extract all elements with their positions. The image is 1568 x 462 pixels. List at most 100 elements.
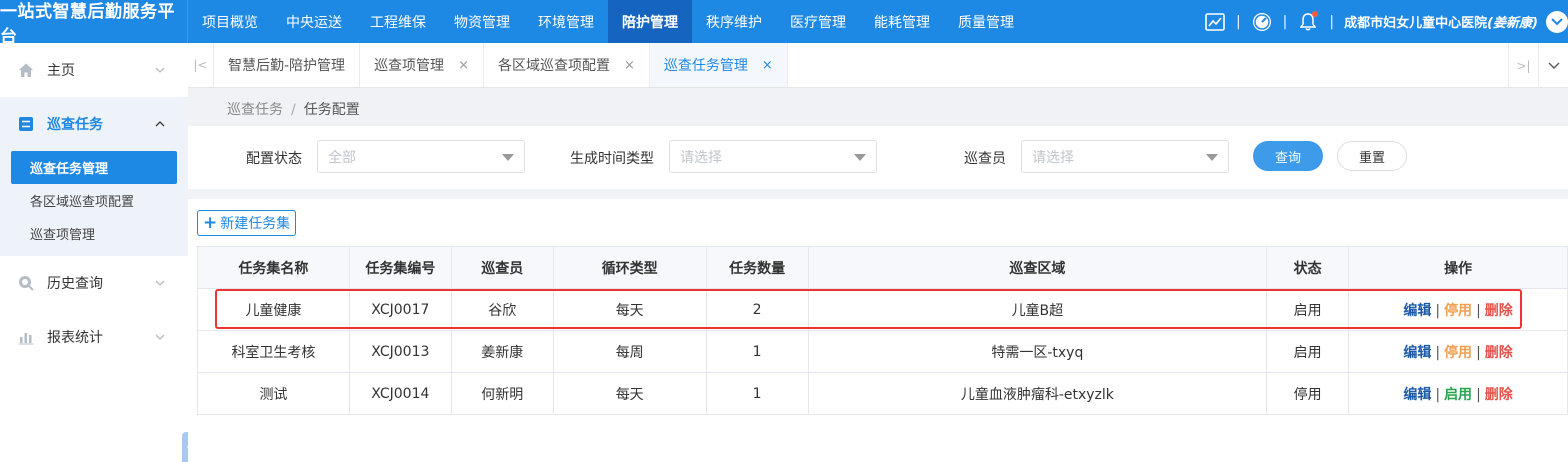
column-header: 任务集名称 (197, 246, 350, 289)
table-row[interactable]: 测试 XCJ0014 何新明 每天 1 儿童血液肿瘤科-etxyzlk 停用 编… (197, 372, 1568, 415)
cell-area: 特需一区-txyq (807, 330, 1268, 373)
cell-actions: 编辑 | 停用 | 删除 (1348, 330, 1568, 373)
nav-item-central-transport[interactable]: 中央运送 (272, 0, 356, 43)
sidebar-item-task-management[interactable]: 巡查任务管理 (11, 151, 177, 184)
cell-code: XCJ0017 (348, 288, 452, 331)
inspector-placeholder: 请选择 (1032, 149, 1074, 166)
cell-actions: 编辑 | 启用 | 删除 (1348, 372, 1568, 415)
cell-count: 1 (705, 372, 809, 415)
cell-name: 科室卫生考核 (197, 330, 350, 373)
tab-item-management[interactable]: 巡查项管理 × (360, 43, 484, 87)
sidebar-item-home[interactable]: 主页 (0, 43, 188, 97)
chevron-down-icon (155, 334, 165, 340)
column-header: 巡查区域 (807, 246, 1268, 289)
nav-item-order[interactable]: 秩序维护 (692, 0, 776, 43)
sidebar-item-inspection[interactable]: 巡查任务 (0, 97, 188, 151)
cell-area: 儿童血液肿瘤科-etxyzlk (807, 372, 1268, 415)
header-separator: | (1329, 13, 1335, 30)
table-row[interactable]: 科室卫生考核 XCJ0013 姜新康 每周 1 特需一区-txyq 启用 编辑 |… (197, 330, 1568, 373)
new-task-set-button[interactable]: + 新建任务集 (197, 210, 297, 236)
cell-status: 启用 (1266, 288, 1350, 331)
breadcrumb-parent[interactable]: 巡查任务 (227, 102, 283, 118)
gen-time-type-label: 生成时间类型 (570, 150, 654, 167)
tab-label: 各区域巡查项配置 (497, 58, 610, 74)
config-status-select[interactable]: 全部 (317, 140, 525, 173)
search-history-icon (18, 275, 34, 291)
cell-cycle: 每周 (552, 330, 707, 373)
tab-area-config[interactable]: 各区域巡查项配置 × (484, 43, 650, 87)
app-title: 一站式智慧后勤服务平台 (0, 0, 188, 47)
nav-item-medical[interactable]: 医疗管理 (776, 0, 860, 43)
bell-icon[interactable] (1297, 10, 1319, 33)
chevron-up-icon (155, 121, 165, 127)
top-bar: 一站式智慧后勤服务平台 项目概览 中央运送 工程维保 物资管理 环境管理 陪护管… (0, 0, 1568, 47)
sidebar-item-reports[interactable]: 报表统计 (0, 310, 188, 364)
close-icon[interactable]: × (458, 58, 469, 73)
cell-inspector: 谷欣 (450, 288, 554, 331)
disable-link[interactable]: 停用 (1444, 345, 1472, 361)
column-header: 巡查员 (450, 246, 554, 289)
column-header: 状态 (1266, 246, 1350, 289)
disable-link[interactable]: 停用 (1444, 303, 1472, 319)
home-icon (18, 62, 34, 78)
breadcrumb-current: 任务配置 (303, 102, 360, 118)
header-right: | | | 成都市妇女儿童中心医院(姜新康) (1198, 0, 1568, 43)
action-separator: | (1476, 302, 1481, 319)
reset-button[interactable]: 重置 (1337, 141, 1407, 171)
nav-item-materials[interactable]: 物资管理 (440, 0, 524, 43)
chart-icon[interactable] (1204, 11, 1226, 33)
tabs-right-controls: >| (1508, 43, 1568, 88)
inspector-label: 巡查员 (964, 150, 1006, 167)
user-menu-icon[interactable] (1546, 10, 1568, 33)
nav-item-energy[interactable]: 能耗管理 (860, 0, 944, 43)
action-separator: | (1435, 302, 1441, 319)
sidebar-item-item-management[interactable]: 巡查项管理 (11, 217, 177, 250)
cell-inspector: 姜新康 (450, 330, 554, 373)
table-row[interactable]: 儿童健康 XCJ0017 谷欣 每天 2 儿童B超 启用 编辑 | 停用 | 删除 (197, 288, 1568, 331)
delete-link[interactable]: 删除 (1485, 387, 1513, 403)
delete-link[interactable]: 删除 (1485, 345, 1513, 361)
new-task-set-label: 新建任务集 (220, 216, 291, 232)
nav-item-escort[interactable]: 陪护管理 (608, 0, 692, 43)
bar-chart-icon (18, 329, 34, 345)
notification-dot (1312, 10, 1319, 17)
breadcrumb-separator: / (291, 102, 296, 118)
query-button[interactable]: 查询 (1253, 141, 1323, 171)
sidebar-item-label: 主页 (47, 63, 75, 79)
nav-item-quality[interactable]: 质量管理 (944, 0, 1028, 43)
dashboard-icon[interactable] (1251, 11, 1273, 33)
tab-escort-home[interactable]: 智慧后勤-陪护管理 (214, 43, 361, 87)
task-list-icon (18, 116, 34, 132)
tabs-scroll-left-icon[interactable]: |< (188, 43, 214, 87)
config-status-label: 配置状态 (246, 150, 302, 167)
edit-link[interactable]: 编辑 (1403, 303, 1431, 319)
sidebar-item-history[interactable]: 历史查询 (0, 256, 188, 310)
inspector-select[interactable]: 请选择 (1021, 140, 1229, 173)
plus-icon: + (203, 212, 218, 233)
column-header: 任务集编号 (348, 246, 452, 289)
edit-link[interactable]: 编辑 (1403, 387, 1431, 403)
tabs-scroll-right-icon[interactable]: >| (1508, 43, 1538, 88)
nav-item-engineering[interactable]: 工程维保 (356, 0, 440, 43)
tab-task-management[interactable]: 巡查任务管理 × (649, 43, 788, 87)
dropdown-caret-icon (854, 154, 866, 161)
sidebar-item-label: 报表统计 (47, 330, 103, 346)
gen-time-type-select[interactable]: 请选择 (669, 140, 877, 173)
delete-link[interactable]: 删除 (1485, 303, 1513, 319)
enable-link[interactable]: 启用 (1444, 387, 1472, 403)
edit-link[interactable]: 编辑 (1403, 345, 1431, 361)
column-header: 循环类型 (552, 246, 707, 289)
column-header: 任务数量 (705, 246, 809, 289)
action-separator: | (1435, 386, 1441, 403)
hospital-user-label[interactable]: 成都市妇女儿童中心医院(姜新康) (1344, 12, 1538, 31)
action-separator: | (1476, 344, 1481, 361)
nav-item-environment[interactable]: 环境管理 (524, 0, 608, 43)
chevron-down-icon (155, 67, 165, 73)
nav-item-overview[interactable]: 项目概览 (188, 0, 272, 43)
tabs-menu-chevron-icon[interactable] (1538, 43, 1568, 88)
close-icon[interactable]: × (624, 58, 635, 73)
sidebar-submenu: 巡查任务管理 各区域巡查项配置 巡查项管理 (0, 151, 188, 256)
close-icon[interactable]: × (762, 58, 773, 73)
dropdown-caret-icon (1206, 154, 1218, 161)
sidebar-item-area-config[interactable]: 各区域巡查项配置 (11, 184, 177, 217)
